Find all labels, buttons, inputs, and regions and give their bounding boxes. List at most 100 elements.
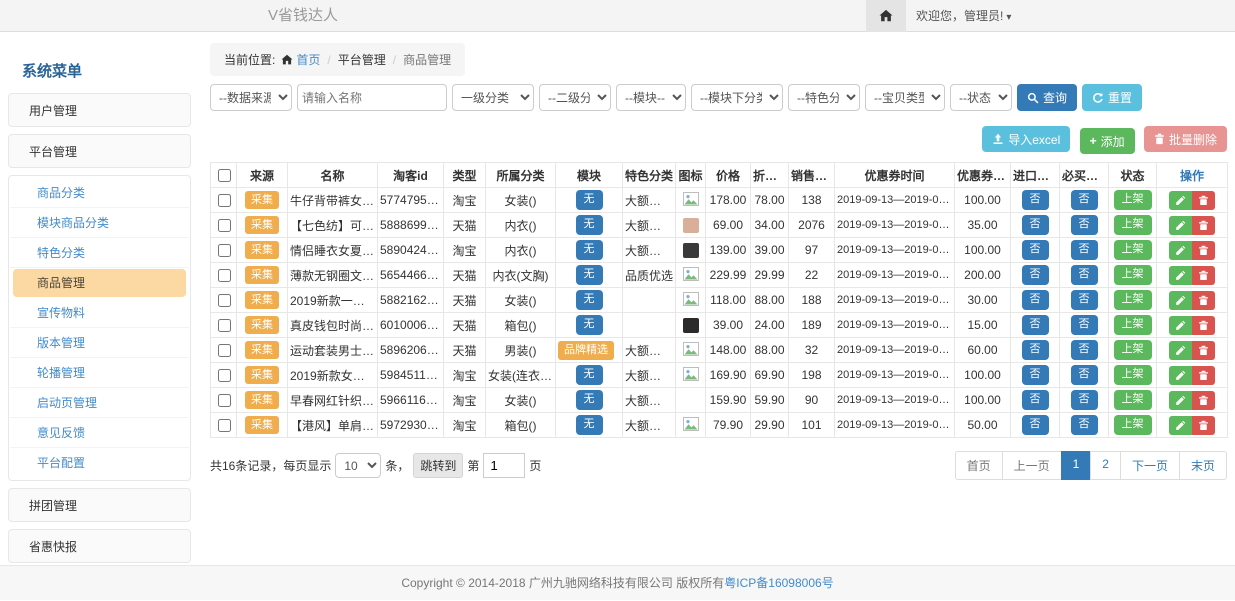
status-button[interactable]: 上架 [1114,215,1152,234]
sidebar-subitem-4[interactable]: 特色分类 [10,238,189,268]
add-button[interactable]: + 添加 [1080,128,1135,154]
edit-button[interactable] [1169,216,1192,235]
status-button[interactable]: 上架 [1114,240,1152,259]
status-button[interactable]: 上架 [1114,190,1152,209]
delete-button[interactable] [1192,366,1215,385]
delete-button[interactable] [1192,191,1215,210]
row-checkbox[interactable] [218,419,231,432]
pager-button-末页[interactable]: 末页 [1179,451,1227,480]
status-button[interactable]: 上架 [1114,265,1152,284]
icp-link[interactable]: 粤ICP备16098006号 [724,576,833,590]
delete-button[interactable] [1192,241,1215,260]
edit-button[interactable] [1169,266,1192,285]
pager-button-下一页[interactable]: 下一页 [1120,451,1180,480]
import-excel-button[interactable]: 导入excel [982,126,1070,152]
module-none-badge[interactable]: 无 [576,240,603,259]
sidebar-subitem-9[interactable]: 启动页管理 [10,388,189,418]
row-checkbox[interactable] [218,194,231,207]
import-select-toggle[interactable]: 否 [1022,215,1049,234]
import-select-toggle[interactable]: 否 [1022,290,1049,309]
filter-feature-select[interactable]: --特色分类-- [788,84,860,111]
row-checkbox[interactable] [218,319,231,332]
jump-page-input[interactable] [483,453,525,478]
import-select-toggle[interactable]: 否 [1022,415,1049,434]
must-buy-toggle[interactable]: 否 [1071,290,1098,309]
delete-button[interactable] [1192,316,1215,335]
status-button[interactable]: 上架 [1114,365,1152,384]
filter-module-select[interactable]: --模块-- [616,84,686,111]
must-buy-toggle[interactable]: 否 [1071,315,1098,334]
sidebar-subitem-8[interactable]: 轮播管理 [10,358,189,388]
select-all-checkbox[interactable] [218,169,231,182]
module-none-badge[interactable]: 无 [576,365,603,384]
module-none-badge[interactable]: 无 [576,390,603,409]
delete-button[interactable] [1192,391,1215,410]
status-button[interactable]: 上架 [1114,315,1152,334]
row-checkbox[interactable] [218,369,231,382]
edit-button[interactable] [1169,416,1192,435]
row-checkbox[interactable] [218,394,231,407]
edit-button[interactable] [1169,191,1192,210]
pager-button-上一页[interactable]: 上一页 [1002,451,1062,480]
delete-button[interactable] [1192,266,1215,285]
sidebar-item-13[interactable]: 省惠快报 [8,529,191,563]
reset-button[interactable]: 重置 [1082,84,1142,111]
edit-button[interactable] [1169,391,1192,410]
delete-button[interactable] [1192,416,1215,435]
sidebar-subitem-2[interactable]: 商品分类 [10,178,189,208]
sidebar-subitem-6[interactable]: 宣传物料 [10,298,189,328]
filter-data-source-select[interactable]: --数据来源-- [210,84,292,111]
status-button[interactable]: 上架 [1114,390,1152,409]
must-buy-toggle[interactable]: 否 [1071,240,1098,259]
module-none-badge[interactable]: 无 [576,315,603,334]
page-size-select[interactable]: 10 [335,453,381,478]
import-select-toggle[interactable]: 否 [1022,190,1049,209]
sidebar-subitem-5[interactable]: 商品管理 [13,269,186,297]
delete-button[interactable] [1192,216,1215,235]
module-none-badge[interactable]: 无 [576,190,603,209]
must-buy-toggle[interactable]: 否 [1071,190,1098,209]
edit-button[interactable] [1169,241,1192,260]
module-none-badge[interactable]: 无 [576,415,603,434]
module-none-badge[interactable]: 无 [576,290,603,309]
must-buy-toggle[interactable]: 否 [1071,340,1098,359]
edit-button[interactable] [1169,291,1192,310]
edit-button[interactable] [1169,316,1192,335]
status-button[interactable]: 上架 [1114,415,1152,434]
status-button[interactable]: 上架 [1114,340,1152,359]
module-none-badge[interactable]: 无 [576,215,603,234]
sidebar-subitem-3[interactable]: 模块商品分类 [10,208,189,238]
row-checkbox[interactable] [218,344,231,357]
edit-button[interactable] [1169,366,1192,385]
status-button[interactable]: 上架 [1114,290,1152,309]
search-button[interactable]: 查询 [1017,84,1077,111]
jump-button[interactable]: 跳转到 [413,453,463,478]
filter-item-type-select[interactable]: --宝贝类型-- [865,84,945,111]
sidebar-item-12[interactable]: 拼团管理 [8,488,191,522]
filter-status-select[interactable]: --状态-- [950,84,1012,111]
row-checkbox[interactable] [218,294,231,307]
import-select-toggle[interactable]: 否 [1022,365,1049,384]
filter-module-sub-select[interactable]: --模块下分类-- [691,84,783,111]
user-dropdown[interactable]: 欢迎您，管理员!▾ [916,0,1011,34]
pager-button-2[interactable]: 2 [1090,451,1121,480]
sidebar-subitem-11[interactable]: 平台配置 [10,448,189,478]
import-select-toggle[interactable]: 否 [1022,240,1049,259]
filter-level2-select[interactable]: --二级分类-- [539,84,611,111]
import-select-toggle[interactable]: 否 [1022,315,1049,334]
module-none-badge[interactable]: 无 [576,265,603,284]
filter-level1-select[interactable]: 一级分类 [452,84,534,111]
row-checkbox[interactable] [218,269,231,282]
breadcrumb-item-platform[interactable]: 平台管理 [338,53,386,67]
delete-button[interactable] [1192,291,1215,310]
breadcrumb-home-link[interactable]: 首页 [296,53,320,67]
delete-button[interactable] [1192,341,1215,360]
batch-delete-button[interactable]: 批量删除 [1144,126,1227,152]
sidebar-subitem-10[interactable]: 意见反馈 [10,418,189,448]
filter-name-input[interactable] [297,84,447,111]
sidebar-item-0[interactable]: 用户管理 [8,93,191,127]
must-buy-toggle[interactable]: 否 [1071,390,1098,409]
pager-button-首页[interactable]: 首页 [955,451,1003,480]
pager-button-1[interactable]: 1 [1061,451,1092,480]
sidebar-item-1[interactable]: 平台管理 [8,134,191,168]
